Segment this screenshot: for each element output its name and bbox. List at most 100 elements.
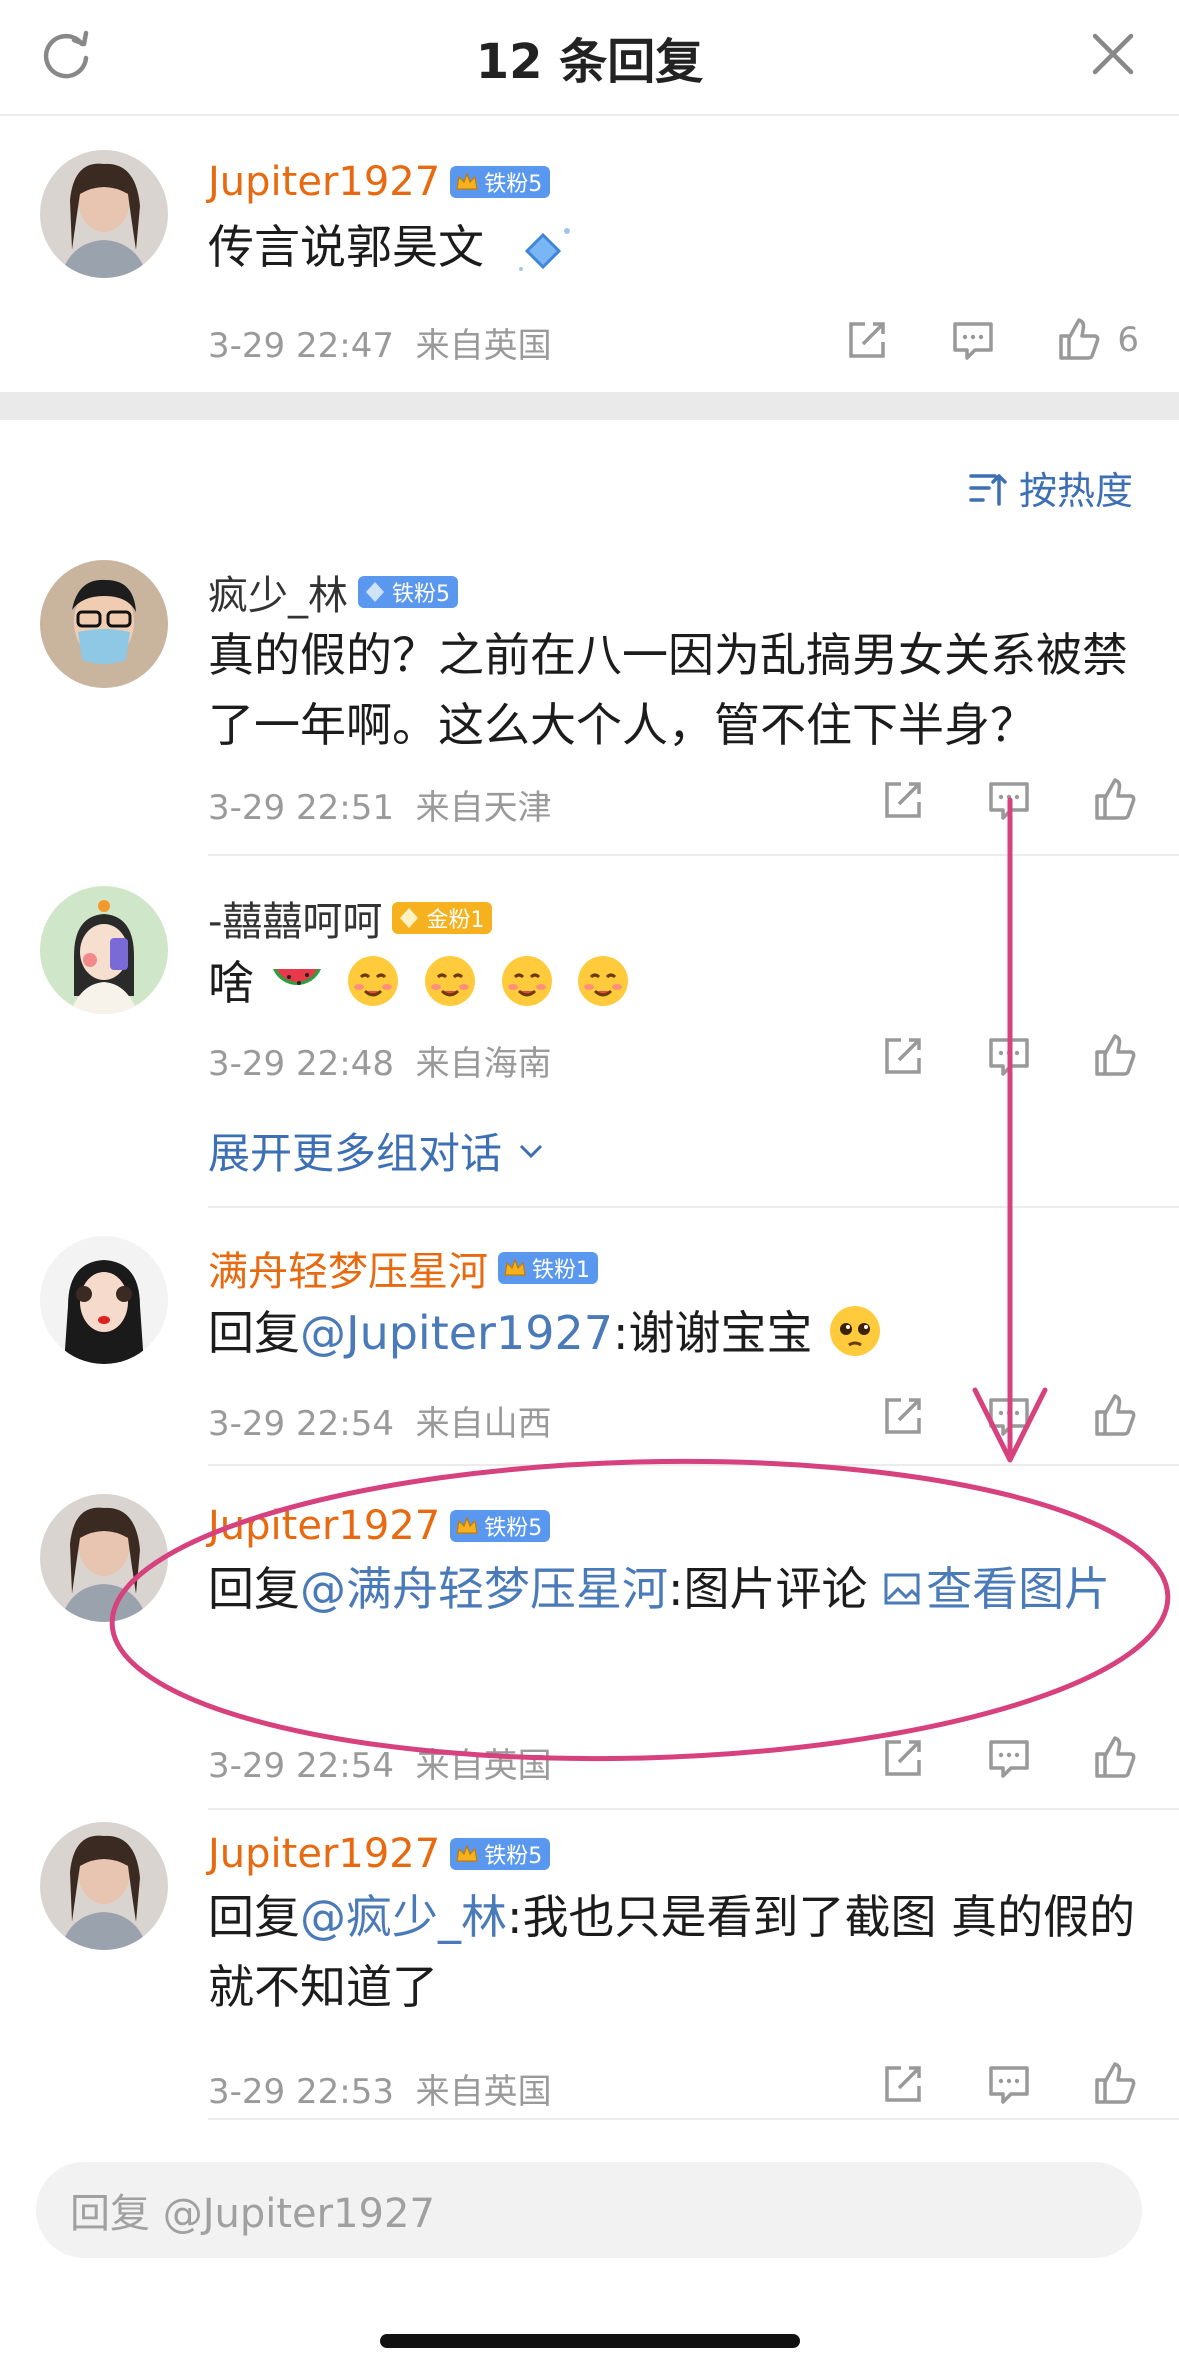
like-icon[interactable]	[1055, 316, 1103, 364]
yummy-face-emoji	[501, 956, 552, 1006]
comment-meta: 3-29 22:53 来自英国	[208, 2072, 552, 2112]
comment-text: 回复@疯少_林:我也只是看到了截图 真的假的就不知道了	[208, 1890, 1136, 2014]
share-icon[interactable]	[879, 1392, 927, 1440]
avatar[interactable]	[40, 886, 168, 1014]
like-icon[interactable]	[1091, 1734, 1139, 1782]
avatar[interactable]	[40, 1822, 168, 1950]
divider	[208, 1808, 1179, 1810]
pleading-face-emoji	[830, 1306, 881, 1356]
comment-meta: 3-29 22:54 来自山西	[208, 1404, 552, 1444]
comment-meta: 3-29 22:51 来自天津	[208, 788, 552, 828]
avatar[interactable]	[40, 150, 168, 278]
reply-item: 满舟轻梦压星河 铁粉1 回复@Jupiter1927:谢谢宝宝 3-29 22:…	[0, 1226, 1179, 1466]
mention-link[interactable]: @满舟轻梦压星河	[300, 1562, 668, 1616]
sort-button[interactable]: 按热度	[967, 460, 1133, 515]
comment-text: 啥	[208, 948, 1138, 1018]
divider	[208, 1464, 1179, 1466]
comment-actions	[879, 2060, 1139, 2108]
main-comment: Jupiter1927 铁粉5 传言说郭昊文 3-29 22:47 来自英国 6	[0, 140, 1179, 392]
username[interactable]: Jupiter1927	[208, 159, 440, 205]
yummy-face-emoji	[424, 956, 475, 1006]
comment-meta: 3-29 22:54 来自英国	[208, 1746, 552, 1786]
reply-item: 疯少_林 铁粉5 真的假的？之前在八一因为乱搞男女关系被禁了一年啊。这么大个人，…	[0, 550, 1179, 856]
fan-badge: 金粉1	[392, 902, 493, 934]
crown-icon	[456, 1844, 478, 1862]
fan-badge: 铁粉1	[498, 1252, 598, 1284]
fan-badge: 铁粉5	[450, 1510, 551, 1542]
diamond-icon	[366, 582, 384, 602]
diamond-icon	[400, 908, 419, 928]
name-row: Jupiter1927 铁粉5	[208, 1828, 551, 1880]
username[interactable]: Jupiter1927	[208, 1503, 440, 1549]
section-divider	[0, 392, 1179, 420]
fan-badge: 铁粉5	[450, 166, 551, 198]
comment-actions	[879, 776, 1139, 824]
divider	[208, 854, 1179, 856]
expand-conversations-button[interactable]: 展开更多组对话	[208, 1120, 546, 1181]
share-icon[interactable]	[879, 2060, 927, 2108]
name-row: 疯少_林 铁粉5	[208, 563, 458, 621]
comment-meta: 3-29 22:48 来自海南	[208, 1044, 552, 1084]
name-row: Jupiter1927 铁粉5	[208, 1500, 551, 1552]
divider	[208, 2118, 1179, 2120]
username[interactable]: 疯少_林	[208, 563, 348, 621]
share-icon[interactable]	[843, 316, 891, 364]
name-row: Jupiter1927 铁粉5	[208, 156, 551, 208]
mention-link[interactable]: @疯少_林	[300, 1890, 507, 1944]
sort-icon	[969, 473, 1007, 506]
chevron-down-icon	[519, 1144, 543, 1158]
mention-link[interactable]: @Jupiter1927	[300, 1306, 613, 1360]
comment-meta: 3-29 22:47 来自英国	[208, 326, 552, 366]
fan-badge: 铁粉5	[358, 576, 458, 608]
comment-icon[interactable]	[949, 316, 997, 364]
yummy-face-emoji	[578, 956, 629, 1006]
comment-text: 回复@满舟轻梦压星河:图片评论 查看图片	[208, 1562, 1111, 1616]
comment-actions	[879, 1734, 1139, 1782]
reply-item: Jupiter1927 铁粉5 回复@满舟轻梦压星河:图片评论 查看图片 3-2…	[0, 1484, 1179, 1810]
share-icon[interactable]	[879, 776, 927, 824]
crown-icon	[456, 172, 478, 190]
fan-badge: 铁粉5	[450, 1838, 551, 1870]
like-icon[interactable]	[1091, 776, 1139, 824]
view-image-link[interactable]: 查看图片	[882, 1562, 1110, 1616]
avatar[interactable]	[40, 1494, 168, 1622]
divider	[208, 1206, 1179, 1208]
crown-icon	[456, 1516, 478, 1534]
comment-text: 回复@Jupiter1927:谢谢宝宝	[208, 1298, 1138, 1368]
name-row: 满舟轻梦压星河 铁粉1	[208, 1239, 598, 1297]
yummy-face-emoji	[348, 956, 399, 1006]
like-icon[interactable]	[1091, 1392, 1139, 1440]
like-icon[interactable]	[1091, 1032, 1139, 1080]
comment-icon[interactable]	[985, 2060, 1033, 2108]
like-count: 6	[1117, 320, 1139, 360]
comment-icon[interactable]	[985, 1392, 1033, 1440]
reply-item: Jupiter1927 铁粉5 回复@疯少_林:我也只是看到了截图 真的假的就不…	[0, 1812, 1179, 2138]
avatar[interactable]	[40, 1236, 168, 1364]
comment-actions: 6	[843, 316, 1139, 364]
comment-actions	[879, 1392, 1139, 1440]
username[interactable]: 满舟轻梦压星河	[208, 1239, 488, 1297]
reply-input[interactable]: 回复 @Jupiter1927	[36, 2162, 1142, 2258]
page-title: 12 条回复	[475, 34, 704, 90]
share-icon[interactable]	[879, 1032, 927, 1080]
reply-item: -囍囍呵呵 金粉1 啥 3-29 22:48 来自海南	[0, 876, 1179, 1206]
username[interactable]: -囍囍呵呵	[208, 889, 382, 947]
close-icon[interactable]	[1083, 24, 1143, 84]
diamond-icon	[518, 228, 570, 271]
username[interactable]: Jupiter1927	[208, 1831, 440, 1877]
comment-actions	[879, 1032, 1139, 1080]
home-indicator	[380, 2334, 800, 2348]
comment-text: 真的假的？之前在八一因为乱搞男女关系被禁了一年啊。这么大个人，管不住下半身？	[208, 628, 1128, 752]
crown-icon	[504, 1258, 526, 1276]
watermelon-emoji	[272, 969, 321, 985]
share-icon[interactable]	[879, 1734, 927, 1782]
comment-icon[interactable]	[985, 1734, 1033, 1782]
like-icon[interactable]	[1091, 2060, 1139, 2108]
image-icon	[884, 1573, 920, 1605]
comment-text: 传言说郭昊文	[208, 212, 1138, 282]
comment-icon[interactable]	[985, 776, 1033, 824]
comment-icon[interactable]	[985, 1032, 1033, 1080]
name-row: -囍囍呵呵 金粉1	[208, 889, 493, 947]
header-bar: 12 条回复	[0, 0, 1179, 116]
avatar[interactable]	[40, 560, 168, 688]
